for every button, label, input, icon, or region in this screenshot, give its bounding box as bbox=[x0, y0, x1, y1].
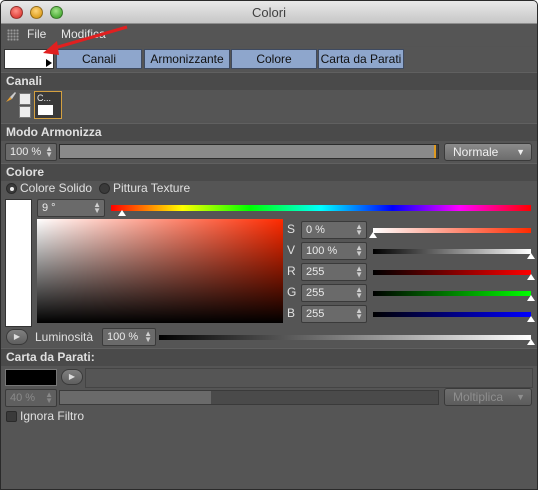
brightness-field[interactable]: 100 % ▲ ▼ bbox=[102, 328, 156, 346]
channel-g-slider[interactable] bbox=[373, 291, 535, 301]
channel-v-value: 100 % bbox=[306, 245, 338, 257]
tab-carta-da-parati[interactable]: Carta da Parati bbox=[318, 49, 404, 69]
harmony-percent-value: 100 % bbox=[10, 146, 42, 158]
brush-icon[interactable] bbox=[5, 91, 17, 103]
chevron-down-icon: ▼ bbox=[516, 392, 525, 402]
channel-s-slider[interactable] bbox=[369, 228, 531, 238]
channel-s-value: 0 % bbox=[306, 224, 325, 236]
spinner-arrows-icon[interactable]: ▲ ▼ bbox=[355, 244, 363, 258]
spinner-arrows-icon[interactable]: ▲ ▼ bbox=[45, 391, 53, 405]
wallpaper-panel: ▶ 40 % ▲ ▼ Moltiplica ▼ Ignora Filtro bbox=[1, 366, 537, 489]
channel-swatch-fg[interactable] bbox=[19, 93, 31, 105]
hue-slider[interactable] bbox=[111, 205, 531, 216]
channel-item-label: C... bbox=[37, 93, 52, 103]
section-colore-title: Colore bbox=[1, 163, 537, 181]
harmony-slider-fill bbox=[60, 145, 436, 158]
spinner-arrows-icon[interactable]: ▲ ▼ bbox=[144, 330, 152, 344]
channel-s-label: S bbox=[287, 222, 296, 236]
current-color-preview bbox=[5, 199, 32, 327]
channel-b-slider[interactable] bbox=[373, 312, 535, 322]
color-panel: Colore Solido Pittura Texture 9 ° ▲ ▼ S 0 … bbox=[1, 181, 537, 347]
saturation-value-picker[interactable] bbox=[37, 219, 283, 323]
harmony-percent-field[interactable]: 100 % ▲ ▼ bbox=[5, 143, 57, 161]
channel-s-field[interactable]: 0 % ▲ ▼ bbox=[301, 221, 367, 239]
wallpaper-percent-field[interactable]: 40 % ▲ ▼ bbox=[5, 389, 57, 407]
harmony-mode-value: Normale bbox=[453, 145, 499, 159]
hue-slider-handle[interactable] bbox=[117, 210, 126, 216]
section-modo-armonizza-title: Modo Armonizza bbox=[1, 123, 537, 141]
channel-v-field[interactable]: 100 % ▲ ▼ bbox=[301, 242, 367, 260]
channels-panel: C... bbox=[1, 90, 537, 121]
popup-triangle-icon bbox=[46, 59, 52, 67]
channel-b-value: 255 bbox=[306, 308, 325, 320]
colori-window: Colori File Modifica Canali Armonizzante… bbox=[0, 0, 538, 490]
section-carta-da-parati-title: Carta da Parati: bbox=[1, 348, 537, 366]
channel-g-field[interactable]: 255 ▲ ▼ bbox=[301, 284, 367, 302]
spinner-arrows-icon[interactable]: ▲ ▼ bbox=[355, 286, 363, 300]
channel-r-field[interactable]: 255 ▲ ▼ bbox=[301, 263, 367, 281]
window-title: Colori bbox=[252, 5, 286, 20]
hue-value: 9 ° bbox=[42, 202, 56, 214]
spinner-arrows-icon[interactable]: ▲ ▼ bbox=[355, 307, 363, 321]
grip-icon[interactable] bbox=[7, 29, 19, 41]
channel-r-slider-handle[interactable] bbox=[527, 274, 535, 280]
radio-colore-solido-label: Colore Solido bbox=[20, 181, 93, 195]
channel-item-selected[interactable]: C... bbox=[34, 91, 62, 119]
ignora-filtro-label: Ignora Filtro bbox=[20, 409, 85, 423]
spinner-arrows-icon[interactable]: ▲ ▼ bbox=[45, 145, 53, 159]
wallpaper-path-field[interactable] bbox=[85, 368, 533, 388]
channel-s-slider-handle[interactable] bbox=[369, 232, 377, 238]
spinner-arrows-icon[interactable]: ▲ ▼ bbox=[93, 201, 101, 215]
channel-g-value: 255 bbox=[306, 287, 325, 299]
spinner-arrows-icon[interactable]: ▲ ▼ bbox=[355, 265, 363, 279]
channel-r-slider[interactable] bbox=[373, 270, 535, 280]
brightness-slider[interactable] bbox=[159, 335, 535, 345]
channel-v-slider-handle[interactable] bbox=[527, 253, 535, 259]
channel-item-preview bbox=[38, 105, 53, 115]
brightness-value: 100 % bbox=[107, 331, 139, 343]
channel-b-label: B bbox=[287, 306, 296, 320]
channel-v-slider[interactable] bbox=[373, 249, 535, 259]
tab-armonizzante[interactable]: Armonizzante bbox=[144, 49, 230, 69]
wallpaper-percent-value: 40 % bbox=[10, 392, 36, 404]
harmony-slider[interactable] bbox=[59, 144, 439, 159]
wallpaper-blend-value: Moltiplica bbox=[453, 390, 504, 404]
channel-g-slider-handle[interactable] bbox=[527, 295, 535, 301]
radio-pittura-texture[interactable] bbox=[99, 183, 110, 194]
wallpaper-color-swatch[interactable] bbox=[5, 369, 57, 386]
channel-b-slider-handle[interactable] bbox=[527, 316, 535, 322]
channel-b-field[interactable]: 255 ▲ ▼ bbox=[301, 305, 367, 323]
brightness-label: Luminosità bbox=[35, 330, 94, 344]
wallpaper-slider-fill bbox=[60, 391, 212, 404]
radio-pittura-texture-label: Pittura Texture bbox=[113, 181, 191, 195]
radio-colore-solido[interactable] bbox=[6, 183, 17, 194]
ignora-filtro-checkbox[interactable] bbox=[6, 411, 17, 422]
red-arrow-icon bbox=[43, 25, 128, 55]
section-canali-title: Canali bbox=[1, 72, 537, 90]
channel-r-label: R bbox=[287, 264, 296, 278]
play-icon[interactable]: ▶ bbox=[6, 329, 28, 345]
chevron-down-icon: ▼ bbox=[516, 147, 525, 157]
wallpaper-blend-dropdown[interactable]: Moltiplica ▼ bbox=[444, 388, 532, 406]
wallpaper-slider[interactable] bbox=[59, 390, 439, 405]
hue-field[interactable]: 9 ° ▲ ▼ bbox=[37, 199, 105, 217]
title-bar: Colori bbox=[1, 1, 537, 24]
play-icon[interactable]: ▶ bbox=[61, 369, 83, 385]
harmony-mode-dropdown[interactable]: Normale ▼ bbox=[444, 143, 532, 161]
channel-g-label: G bbox=[287, 285, 297, 299]
channel-v-label: V bbox=[287, 243, 296, 257]
spinner-arrows-icon[interactable]: ▲ ▼ bbox=[355, 223, 363, 237]
tab-colore[interactable]: Colore bbox=[231, 49, 317, 69]
harmony-row: 100 % ▲ ▼ Normale ▼ bbox=[1, 141, 537, 163]
channel-r-value: 255 bbox=[306, 266, 325, 278]
brightness-slider-handle[interactable] bbox=[527, 339, 535, 345]
channel-swatch-bg[interactable] bbox=[19, 106, 31, 118]
